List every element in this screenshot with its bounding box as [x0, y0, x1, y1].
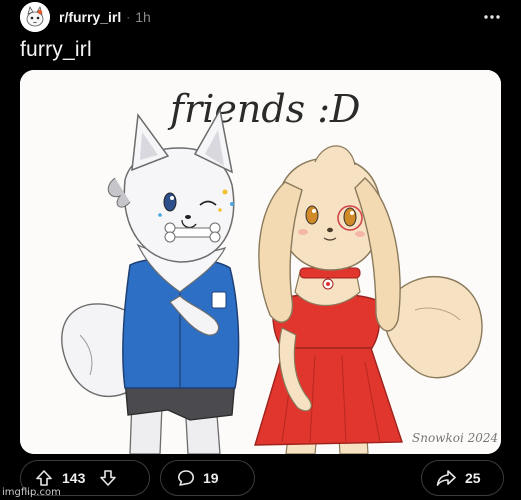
share-arrow-icon	[436, 469, 456, 487]
artist-signature: Snowkoi 2024	[412, 431, 498, 445]
share-count: 25	[465, 470, 481, 486]
post-title[interactable]: furry_irl	[20, 38, 92, 62]
post-header: r/furry_irl · 1h	[20, 2, 504, 32]
imgflip-watermark: imgflip.com	[2, 487, 61, 498]
post-age: 1h	[135, 9, 151, 25]
comment-bubble-icon	[177, 469, 195, 487]
post-actions: 143 19 25	[20, 460, 504, 496]
post-image[interactable]: friends :D Snowkoi 2024	[20, 70, 501, 454]
upvote-count: 143	[62, 470, 86, 486]
downvote-arrow-icon[interactable]	[99, 469, 117, 487]
subreddit-avatar-icon[interactable]	[20, 2, 50, 32]
comments-button[interactable]: 19	[160, 460, 255, 496]
image-caption: friends :D	[167, 87, 361, 131]
comment-count: 19	[203, 470, 219, 486]
share-button[interactable]: 25	[421, 460, 504, 496]
upvote-arrow-icon[interactable]	[35, 469, 53, 487]
meta-separator: ·	[126, 10, 131, 24]
subreddit-name[interactable]: r/furry_irl	[59, 9, 121, 25]
more-options-icon[interactable]	[480, 5, 504, 29]
